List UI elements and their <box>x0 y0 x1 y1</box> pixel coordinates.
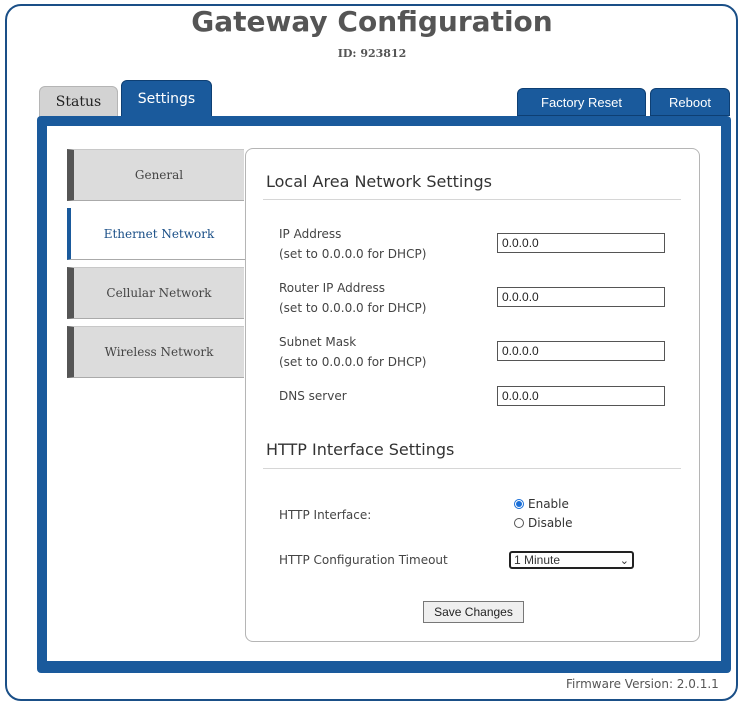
router-ip-input[interactable] <box>497 287 665 307</box>
subnet-mask-input[interactable] <box>497 341 665 361</box>
gateway-id: ID: 923812 <box>337 47 407 60</box>
subnet-mask-label: Subnet Mask (set to 0.0.0.0 for DHCP) <box>279 335 427 369</box>
sidebar-item-cellular-network[interactable]: Cellular Network <box>67 267 244 319</box>
http-timeout-select[interactable]: 1 Minute ⌄ <box>509 551 634 569</box>
http-interface-label: HTTP Interface: <box>279 508 372 522</box>
tab-settings[interactable]: Settings <box>121 80 212 118</box>
http-section-title: HTTP Interface Settings <box>266 440 455 459</box>
http-disable-option[interactable]: Disable <box>514 516 573 530</box>
dns-server-input[interactable] <box>497 386 665 406</box>
http-enable-option[interactable]: Enable <box>514 497 569 511</box>
router-ip-label: Router IP Address (set to 0.0.0.0 for DHC… <box>279 281 427 315</box>
radio-disable[interactable] <box>514 518 524 528</box>
factory-reset-button[interactable]: Factory Reset <box>517 88 646 116</box>
chevron-down-icon: ⌄ <box>619 555 629 567</box>
dns-server-label: DNS server <box>279 389 347 403</box>
ip-address-label: IP Address (set to 0.0.0.0 for DHCP) <box>279 227 427 261</box>
page-title: Gateway Configuration <box>191 5 553 38</box>
ip-address-input[interactable] <box>497 233 665 253</box>
lan-section-title: Local Area Network Settings <box>266 172 492 191</box>
lan-divider <box>263 199 681 200</box>
http-divider <box>263 468 681 469</box>
sidebar-item-general[interactable]: General <box>67 149 244 201</box>
sidebar-item-ethernet-network[interactable]: Ethernet Network <box>67 208 247 260</box>
http-timeout-label: HTTP Configuration Timeout <box>279 553 448 567</box>
save-changes-button[interactable]: Save Changes <box>423 601 524 623</box>
sidebar-item-wireless-network[interactable]: Wireless Network <box>67 326 244 378</box>
radio-enable[interactable] <box>514 499 524 509</box>
tab-status[interactable]: Status <box>39 86 118 118</box>
reboot-button[interactable]: Reboot <box>650 88 730 116</box>
firmware-version: Firmware Version: 2.0.1.1 <box>566 677 719 691</box>
